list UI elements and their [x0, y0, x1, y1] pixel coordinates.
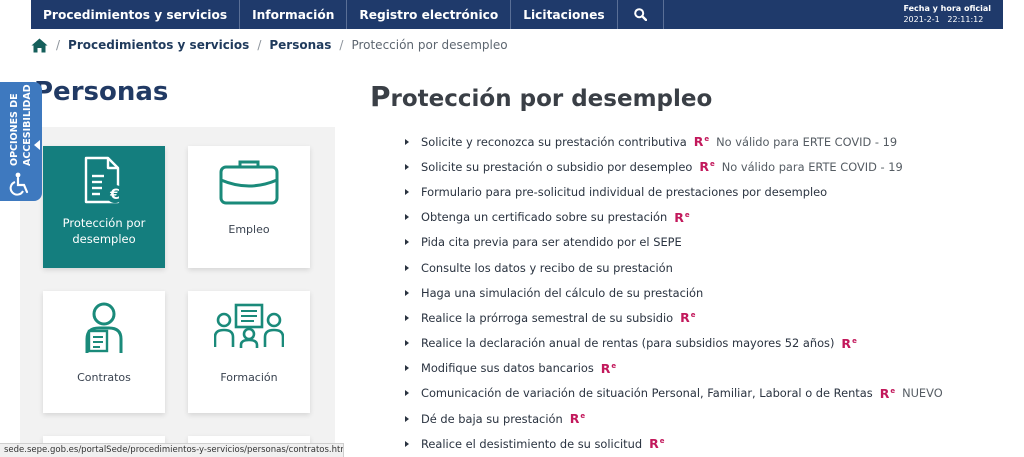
breadcrumb-personas[interactable]: Personas: [269, 38, 331, 52]
card-label: Protección por desempleo: [62, 216, 146, 246]
bullet-arrow-icon: [405, 214, 409, 221]
procedure-link[interactable]: Formulario para pre-solicitud individual…: [421, 185, 827, 199]
bullet-arrow-icon: [405, 188, 409, 195]
procedure-item[interactable]: Comunicación de variación de situación P…: [405, 381, 1005, 406]
main-nav: Procedimientos y servicios Información R…: [31, 0, 1003, 29]
procedure-item[interactable]: Obtenga un certificado sobre su prestaci…: [405, 205, 1005, 230]
card-proteccion-desempleo[interactable]: € Protección por desempleo: [43, 146, 165, 268]
bullet-arrow-icon: [405, 390, 409, 397]
electronic-registry-icon: Re: [879, 385, 896, 401]
procedure-item[interactable]: Realice la prórroga semestral de su subs…: [405, 305, 1005, 330]
electronic-registry-icon: Re: [600, 360, 617, 376]
accessibility-options-tab[interactable]: OPCIONES DE ACCESIBILIDAD: [0, 82, 42, 201]
electronic-registry-icon: Re: [674, 209, 690, 225]
procedure-link[interactable]: Realice la declaración anual de rentas (…: [421, 336, 834, 350]
electronic-registry-icon: Re: [693, 134, 710, 150]
procedure-note: NUEVO: [902, 386, 943, 401]
procedure-item[interactable]: Solicite su prestación o subsidio por de…: [405, 154, 1005, 179]
person-contract-icon: [85, 302, 123, 353]
training-icon: [214, 303, 284, 348]
search-button[interactable]: [618, 0, 664, 29]
nav-licitaciones[interactable]: Licitaciones: [511, 0, 618, 29]
procedure-link[interactable]: Realice la prórroga semestral de su subs…: [421, 311, 673, 325]
procedure-link[interactable]: Haga una simulación del cálculo de su pr…: [421, 286, 703, 300]
breadcrumb-separator: /: [339, 38, 344, 52]
bullet-arrow-icon: [405, 239, 409, 246]
procedure-list: Solicite y reconozca su prestación contr…: [405, 129, 1005, 456]
procedure-link[interactable]: Realice el desistimiento de su solicitud: [421, 437, 642, 451]
svg-text:€: €: [109, 187, 120, 203]
procedure-item[interactable]: Realice el desistimiento de su solicitud…: [405, 431, 1005, 456]
briefcase-icon: [219, 160, 279, 205]
datetime-label: Fecha y hora oficial: [903, 4, 991, 13]
procedure-item[interactable]: Solicite y reconozca su prestación contr…: [405, 129, 1005, 154]
search-icon: [633, 8, 647, 21]
procedure-note: No válido para ERTE COVID - 19: [721, 159, 903, 174]
card-label: Formación: [220, 371, 278, 384]
electronic-registry-icon: Re: [649, 436, 665, 452]
document-euro-icon: €: [84, 156, 124, 204]
card-empleo[interactable]: Empleo: [188, 146, 310, 268]
card-contratos[interactable]: Contratos: [43, 291, 165, 413]
procedure-item[interactable]: Formulario para pre-solicitud individual…: [405, 179, 1005, 204]
page-title: Protección por desempleo: [370, 80, 713, 113]
bullet-arrow-icon: [405, 138, 409, 145]
procedure-link[interactable]: Solicite su prestación o subsidio por de…: [421, 160, 692, 174]
time-value: 22:11:12: [947, 15, 984, 24]
date-value: 2021-2-1: [903, 15, 940, 24]
card-label: Empleo: [228, 223, 270, 236]
bullet-arrow-icon: [405, 289, 409, 296]
nav-registro[interactable]: Registro electrónico: [347, 0, 512, 29]
category-grid: € Protección por desempleo Empleo Contra…: [20, 127, 335, 457]
procedure-link[interactable]: Dé de baja su prestación: [421, 412, 563, 426]
breadcrumb-separator: /: [257, 38, 262, 52]
svg-text:ACCESIBILIDAD: ACCESIBILIDAD: [22, 84, 33, 166]
bullet-arrow-icon: [405, 440, 409, 447]
nav-procedimientos[interactable]: Procedimientos y servicios: [31, 0, 241, 29]
breadcrumb-procedimientos[interactable]: Procedimientos y servicios: [68, 38, 249, 52]
breadcrumb-separator: /: [56, 38, 61, 52]
official-datetime: Fecha y hora oficial 2021-2-1 22:11:12: [903, 3, 991, 25]
procedure-item[interactable]: Pida cita previa para ser atendido por e…: [405, 230, 1005, 255]
procedure-link[interactable]: Obtenga un certificado sobre su prestaci…: [421, 210, 667, 224]
procedure-link[interactable]: Solicite y reconozca su prestación contr…: [421, 135, 687, 149]
top-bar: Procedimientos y servicios Información R…: [0, 0, 1024, 29]
section-title: Personas: [34, 77, 169, 107]
card-label: Contratos: [77, 371, 131, 384]
bullet-arrow-icon: [405, 365, 409, 372]
procedure-link[interactable]: Modifique sus datos bancarios: [421, 361, 594, 375]
procedure-item[interactable]: Haga una simulación del cálculo de su pr…: [405, 280, 1005, 305]
nav-informacion[interactable]: Información: [240, 0, 348, 29]
procedure-item[interactable]: Dé de baja su prestación Re: [405, 406, 1005, 431]
procedure-note: No válido para ERTE COVID - 19: [716, 134, 898, 149]
procedure-link[interactable]: Pida cita previa para ser atendido por e…: [421, 235, 682, 249]
electronic-registry-icon: Re: [680, 310, 696, 326]
procedure-item[interactable]: Consulte los datos y recibo de su presta…: [405, 255, 1005, 280]
datetime-value: 2021-2-1 22:11:12: [903, 14, 991, 25]
procedure-link[interactable]: Consulte los datos y recibo de su presta…: [421, 261, 673, 275]
breadcrumb: / Procedimientos y servicios / Personas …: [31, 36, 508, 54]
electronic-registry-icon: Re: [699, 159, 715, 175]
home-icon[interactable]: [31, 38, 48, 53]
bullet-arrow-icon: [405, 264, 409, 271]
procedure-link[interactable]: Comunicación de variación de situación P…: [421, 386, 873, 400]
card-formacion[interactable]: Formación: [188, 291, 310, 413]
bullet-arrow-icon: [405, 314, 409, 321]
accessibility-label: OPCIONES DE ACCESIBILIDAD: [9, 84, 33, 166]
bullet-arrow-icon: [405, 340, 409, 347]
wheelchair-icon: [9, 172, 29, 196]
electronic-registry-icon: Re: [569, 411, 586, 427]
procedure-item[interactable]: Realice la declaración anual de rentas (…: [405, 331, 1005, 356]
chevron-left-icon: [34, 140, 40, 150]
breadcrumb-current: Protección por desempleo: [351, 38, 508, 52]
electronic-registry-icon: Re: [841, 335, 857, 351]
procedure-item[interactable]: Modifique sus datos bancarios Re: [405, 356, 1005, 381]
svg-text:OPCIONES DE: OPCIONES DE: [9, 93, 20, 166]
bullet-arrow-icon: [405, 163, 409, 170]
status-bar-url: sede.sepe.gob.es/portalSede/procedimient…: [0, 443, 344, 457]
bullet-arrow-icon: [405, 415, 409, 422]
